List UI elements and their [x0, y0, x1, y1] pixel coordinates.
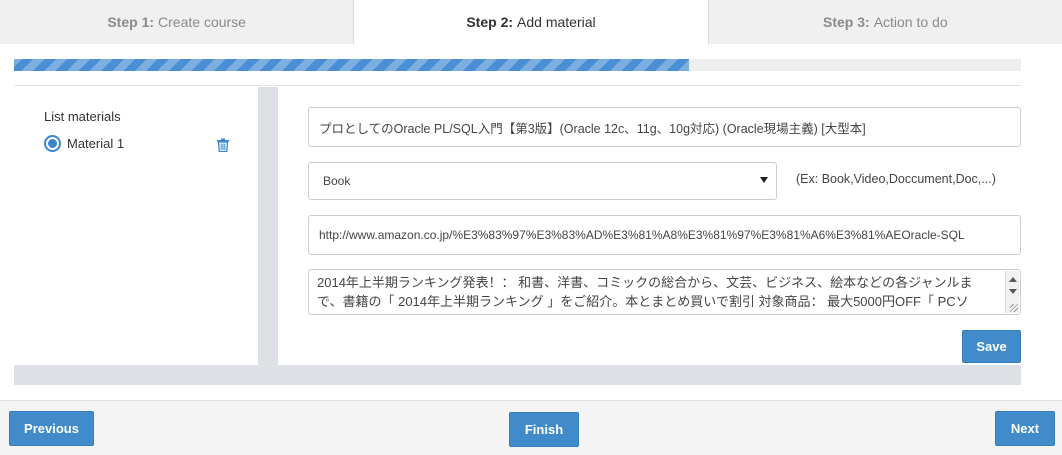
scroll-down-icon[interactable]	[1009, 289, 1017, 294]
divider	[14, 85, 1021, 86]
progress-bar	[14, 59, 1021, 71]
material-form: プロとしてのOracle PL/SQL入門【第3版】(Oracle 12c、11…	[278, 87, 1021, 365]
wizard-footer: Previous Finish Next	[0, 400, 1062, 455]
save-button[interactable]: Save	[962, 330, 1021, 363]
materials-sidebar: List materials Material 1	[14, 87, 258, 365]
tab-step-2-number: Step 2:	[466, 14, 514, 30]
tab-step-3-label: Action to do	[873, 14, 948, 30]
trash-icon[interactable]	[216, 138, 230, 152]
previous-button[interactable]: Previous	[9, 411, 94, 446]
material-title-input[interactable]: プロとしてのOracle PL/SQL入門【第3版】(Oracle 12c、11…	[308, 107, 1021, 147]
materials-list-title: List materials	[44, 109, 121, 124]
material-url-input[interactable]: http://www.amazon.co.jp/%E3%83%97%E3%83%…	[308, 215, 1021, 255]
tab-step-2-label: Add material	[517, 14, 596, 30]
tab-step-3[interactable]: Step 3: Action to do	[708, 0, 1062, 44]
tab-step-3-number: Step 3:	[823, 14, 870, 30]
tab-step-1-label: Create course	[158, 14, 246, 30]
caret-down-icon	[760, 177, 768, 183]
finish-button[interactable]: Finish	[509, 412, 579, 447]
material-item-1[interactable]: Material 1	[44, 135, 124, 152]
material-type-value: Book	[323, 174, 351, 188]
next-button[interactable]: Next	[995, 411, 1055, 446]
wizard-tabs: Step 1: Create course Step 2: Add materi…	[0, 0, 1062, 45]
material-type-hint: (Ex: Book,Video,Doccument,Doc,...)	[796, 172, 996, 186]
material-radio[interactable]	[44, 135, 61, 152]
progress-bar-fill	[14, 59, 689, 71]
material-description-textarea[interactable]: 2014年上半期ランキング発表！： 和書、洋書、コミックの総合から、文芸、ビジネ…	[308, 269, 1021, 315]
material-panel: List materials Material 1 プロとしてのOracle P…	[14, 87, 1021, 385]
material-type-select[interactable]: Book	[308, 162, 777, 200]
tab-step-1-number: Step 1:	[107, 14, 155, 30]
tab-step-1[interactable]: Step 1: Create course	[0, 0, 355, 44]
material-item-label: Material 1	[67, 136, 125, 151]
resize-grip-icon[interactable]	[1010, 304, 1018, 312]
scroll-up-icon[interactable]	[1009, 277, 1017, 282]
tab-step-2[interactable]: Step 2: Add material	[354, 0, 709, 45]
material-description-text: 2014年上半期ランキング発表！： 和書、洋書、コミックの総合から、文芸、ビジネ…	[317, 275, 973, 309]
